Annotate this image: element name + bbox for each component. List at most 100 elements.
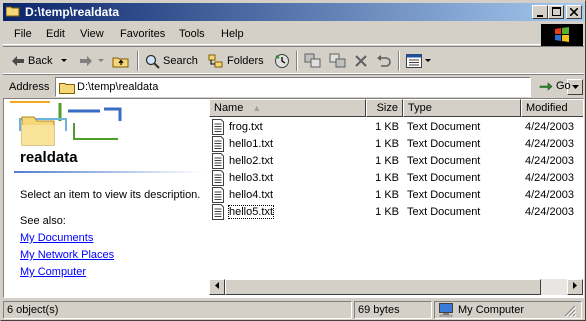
go-label: Go [556, 79, 571, 92]
file-row[interactable]: hello1.txt 1 KB Text Document 4/24/2003 [209, 136, 583, 153]
file-row[interactable]: hello4.txt 1 KB Text Document 4/24/2003 [209, 187, 583, 204]
file-row[interactable]: hello2.txt 1 KB Text Document 4/24/2003 [209, 153, 583, 170]
move-to-icon [304, 53, 321, 68]
menu-help[interactable]: Help [221, 28, 244, 40]
file-name: hello3.txt [229, 172, 274, 184]
file-size: 1 KB [375, 172, 399, 184]
minimize-button[interactable] [532, 5, 548, 19]
menu-view[interactable]: View [80, 28, 104, 40]
folder-banner-icon [10, 101, 122, 146]
chevron-down-icon [98, 59, 104, 62]
heading-divider [14, 171, 204, 173]
close-icon [569, 7, 579, 17]
file-size: 1 KB [375, 206, 399, 218]
move-to-button[interactable] [304, 53, 325, 69]
file-type: Text Document [407, 155, 481, 167]
column-header-modified[interactable]: Modified [521, 99, 583, 117]
copy-to-button[interactable] [329, 53, 350, 69]
status-zone: My Computer [434, 301, 582, 319]
search-button[interactable]: Search [145, 53, 198, 69]
toolbar-separator [137, 51, 139, 71]
go-arrow-icon [539, 82, 553, 91]
maximize-icon [551, 7, 561, 16]
file-type: Text Document [407, 138, 481, 150]
main-content: realdata Select an item to view its desc… [3, 98, 584, 298]
text-file-icon [212, 187, 224, 203]
up-button[interactable] [112, 53, 133, 69]
delete-icon [355, 55, 367, 67]
go-button[interactable]: Go [539, 79, 571, 92]
folder-heading: realdata [20, 149, 78, 166]
status-total-size: 69 bytes [354, 301, 432, 319]
forward-button[interactable] [79, 53, 96, 69]
link-my-documents[interactable]: My Documents [20, 232, 93, 244]
file-row[interactable]: hello3.txt 1 KB Text Document 4/24/2003 [209, 170, 583, 187]
text-file-icon [212, 153, 224, 169]
horizontal-scrollbar[interactable] [209, 279, 583, 295]
title-bar[interactable]: D:\temp\realdata [3, 3, 584, 21]
file-name: frog.txt [229, 121, 263, 133]
undo-button[interactable] [376, 53, 395, 69]
file-size: 1 KB [375, 189, 399, 201]
delete-button[interactable] [354, 53, 371, 69]
file-type: Text Document [407, 206, 481, 218]
file-type: Text Document [407, 121, 481, 133]
address-label: Address [9, 81, 50, 93]
file-size: 1 KB [375, 121, 399, 133]
file-modified: 4/24/2003 [525, 138, 574, 150]
webview-pane: realdata Select an item to view its desc… [4, 99, 208, 297]
menu-file[interactable]: File [14, 28, 32, 40]
column-header-size[interactable]: Size [366, 99, 403, 117]
file-modified: 4/24/2003 [525, 172, 574, 184]
file-name: hello4.txt [229, 189, 274, 201]
file-name: hello1.txt [229, 138, 274, 150]
chevron-right-icon [573, 282, 577, 289]
scroll-right-button[interactable] [567, 279, 583, 295]
copy-to-icon [329, 53, 346, 68]
search-icon [145, 54, 160, 69]
close-button[interactable] [566, 5, 582, 19]
text-file-icon [212, 170, 224, 186]
history-button[interactable] [274, 53, 293, 69]
forward-dropdown[interactable] [98, 53, 107, 69]
folders-label: Folders [227, 55, 264, 67]
column-header-name[interactable]: Name ▲ [209, 99, 366, 117]
menu-favorites[interactable]: Favorites [120, 28, 165, 40]
file-name: hello5.txt [227, 205, 275, 219]
file-list[interactable]: Name ▲ Size Type Modified frog.txt 1 KB … [209, 99, 583, 297]
sort-ascending-icon: ▲ [252, 103, 262, 113]
file-type: Text Document [407, 189, 481, 201]
back-dropdown[interactable] [61, 53, 70, 69]
link-my-computer[interactable]: My Computer [20, 266, 86, 278]
file-name: hello2.txt [229, 155, 274, 167]
maximize-button[interactable] [548, 5, 564, 19]
file-size: 1 KB [375, 138, 399, 150]
back-button[interactable]: Back [11, 53, 52, 69]
column-name-label: Name [214, 102, 244, 114]
scrollbar-thumb[interactable] [225, 279, 541, 295]
computer-icon [439, 303, 453, 317]
file-modified: 4/24/2003 [525, 206, 574, 218]
scroll-left-button[interactable] [209, 279, 225, 295]
column-header-type[interactable]: Type [403, 99, 521, 117]
folder-icon [6, 6, 20, 17]
file-row[interactable]: frog.txt 1 KB Text Document 4/24/2003 [209, 119, 583, 136]
minimize-icon [537, 15, 543, 17]
back-arrow-icon [12, 56, 24, 66]
status-zone-label: My Computer [458, 304, 525, 316]
text-file-icon [212, 119, 224, 135]
search-label: Search [163, 55, 198, 67]
menu-tools[interactable]: Tools [179, 28, 205, 40]
menu-edit[interactable]: Edit [46, 28, 65, 40]
chevron-down-icon [571, 85, 579, 89]
file-modified: 4/24/2003 [525, 121, 574, 133]
folders-button[interactable]: Folders [208, 53, 264, 69]
folder-up-icon [112, 57, 129, 68]
views-button[interactable] [406, 53, 434, 69]
chevron-down-icon [61, 59, 67, 62]
file-row[interactable]: hello5.txt 1 KB Text Document 4/24/2003 [209, 204, 583, 221]
resize-grip-icon[interactable] [564, 305, 576, 317]
address-input[interactable]: D:\temp\realdata [55, 77, 583, 97]
forward-arrow-icon [80, 56, 92, 66]
link-my-network-places[interactable]: My Network Places [20, 249, 114, 261]
